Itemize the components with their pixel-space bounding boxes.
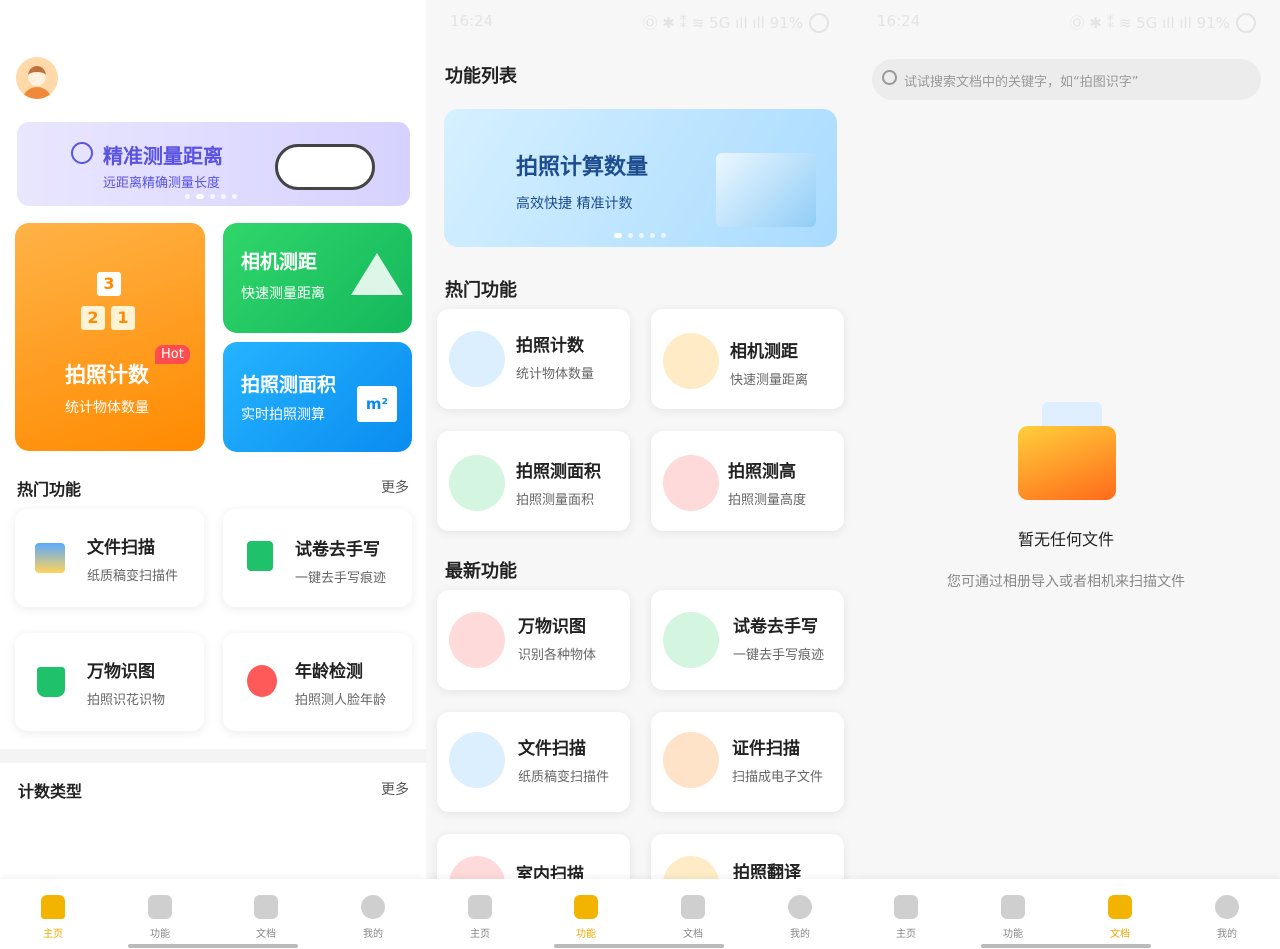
grid-icon [574, 895, 598, 919]
banner-subtitle: 远距离精确测量长度 [103, 176, 221, 191]
search-bar[interactable]: 试试搜索文档中的关键字，如“拍图识字” [872, 59, 1261, 100]
empty-title: 暂无任何文件 [1018, 530, 1115, 549]
tab-docs[interactable]: 文档 [236, 895, 296, 940]
battery-icon [809, 12, 829, 33]
profile-icon [1215, 895, 1239, 919]
tab-docs[interactable]: 文档 [663, 895, 723, 940]
count-number-icon [449, 331, 505, 387]
new-section-title: 最新功能 [445, 561, 517, 582]
banner-subtitle: 高效快捷 精准计数 [516, 196, 633, 212]
area-square-icon [449, 455, 505, 511]
object-search-icon [449, 612, 505, 668]
tab-bar: 主页 功能 文档 我的 [853, 879, 1280, 949]
document-icon [1108, 895, 1132, 919]
tab-home[interactable]: 主页 [876, 895, 936, 940]
profile-icon [788, 895, 812, 919]
profile-icon [361, 895, 385, 919]
card-camera-distance[interactable]: 相机测距 快速测量距离 [223, 223, 412, 333]
status-bar: 16:24 Ⓞ ✱ ⁑ ≋ 5G ıll ıll 91% [426, 8, 853, 34]
banner-measure-distance[interactable]: 精准测量距离 远距离精确测量长度 [17, 122, 410, 206]
search-input[interactable]: 试试搜索文档中的关键字，如“拍图识字” [904, 71, 1138, 90]
battery-icon [1236, 12, 1256, 33]
tab-features[interactable]: 功能 [983, 895, 1043, 940]
home-screen: 精准测量距离 远距离精确测量长度 3 2 1 Hot 拍照计数 统计物体数量 相… [0, 0, 426, 949]
feature-photo-height[interactable]: 拍照测高 拍照测量高度 [651, 431, 844, 531]
card-photo-area[interactable]: 拍照测面积 实时拍照测算 m² [223, 342, 412, 452]
features-screen: 16:24 Ⓞ ✱ ⁑ ≋ 5G ıll ıll 91% 功能列表 拍照计算数量 … [426, 0, 853, 949]
tab-mine[interactable]: 我的 [343, 895, 403, 940]
banner-pagination [185, 194, 237, 199]
feature-doc-scan[interactable]: 文件扫描 纸质稿变扫描件 [437, 712, 630, 812]
count-number-icon: 3 2 1 [71, 268, 147, 338]
feature-photo-count[interactable]: 拍照计数 统计物体数量 [437, 309, 630, 409]
paper-icon [247, 541, 273, 571]
tab-features[interactable]: 功能 [556, 895, 616, 940]
tab-bar: 主页 功能 文档 我的 [0, 879, 426, 949]
page-title: 功能列表 [445, 66, 517, 87]
id-card-icon [663, 732, 719, 788]
home-indicator [128, 944, 298, 948]
tab-home[interactable]: 主页 [23, 895, 83, 940]
avatar[interactable] [16, 57, 58, 99]
feature-camera-distance[interactable]: 相机测距 快速测量距离 [651, 309, 844, 409]
tab-mine[interactable]: 我的 [1197, 895, 1257, 940]
home-icon [468, 895, 492, 919]
ruler-triangle-icon [663, 333, 719, 389]
grid-icon [1001, 895, 1025, 919]
status-bar: 16:24 Ⓞ ✱ ⁑ ≋ 5G ıll ıll 91% [853, 8, 1280, 34]
hot-item-remove-handwriting[interactable]: 试卷去手写 一键去手写痕迹 [223, 509, 412, 607]
empty-folder-icon [1018, 402, 1116, 500]
tape-measure-icon [275, 144, 375, 190]
empty-description: 您可通过相册导入或者相机来扫描文件 [947, 574, 1185, 590]
count-type-more-link[interactable]: 更多 [381, 779, 409, 799]
card-title: 拍照计数 [65, 363, 149, 387]
search-icon [882, 70, 897, 85]
face-profile-icon [247, 665, 277, 697]
section-divider [0, 749, 426, 763]
home-icon [894, 895, 918, 919]
hot-section-title: 热门功能 [17, 480, 82, 499]
tab-home[interactable]: 主页 [450, 895, 510, 940]
banner-photo-count[interactable]: 拍照计算数量 高效快捷 精准计数 [444, 109, 837, 247]
document-scan-icon [449, 732, 505, 788]
house-area-icon: m² [357, 386, 397, 422]
tab-bar: 主页 功能 文档 我的 [426, 879, 853, 949]
document-scan-icon [35, 543, 65, 573]
home-icon [41, 895, 65, 919]
banner-title: 精准测量距离 [103, 144, 223, 168]
feature-photo-area[interactable]: 拍照测面积 拍照测量面积 [437, 431, 630, 531]
card-subtitle: 统计物体数量 [65, 400, 149, 416]
document-icon [681, 895, 705, 919]
hot-more-link[interactable]: 更多 [381, 477, 409, 497]
banner-pagination [614, 233, 666, 238]
hot-section-title: 热门功能 [445, 280, 517, 301]
home-indicator [554, 944, 724, 948]
document-icon [254, 895, 278, 919]
grid-icon [148, 895, 172, 919]
hot-badge: Hot [155, 345, 190, 364]
documents-screen: 16:24 Ⓞ ✱ ⁑ ≋ 5G ıll ıll 91% 试试搜索文档中的关键字，… [853, 0, 1280, 949]
feature-image-recognition[interactable]: 万物识图 识别各种物体 [437, 590, 630, 690]
card-photo-count[interactable]: 3 2 1 Hot 拍照计数 统计物体数量 [15, 223, 205, 451]
hot-item-doc-scan[interactable]: 文件扫描 纸质稿变扫描件 [15, 509, 204, 607]
tab-features[interactable]: 功能 [130, 895, 190, 940]
feature-id-scan[interactable]: 证件扫描 扫描成电子文件 [651, 712, 844, 812]
cubes-illustration [716, 153, 816, 227]
home-indicator [981, 944, 1151, 948]
plant-icon [37, 667, 65, 697]
feature-remove-handwriting[interactable]: 试卷去手写 一键去手写痕迹 [651, 590, 844, 690]
count-type-title: 计数类型 [18, 782, 83, 801]
tab-mine[interactable]: 我的 [770, 895, 830, 940]
banner-title: 拍照计算数量 [516, 155, 649, 180]
height-ruler-icon [663, 455, 719, 511]
tab-docs[interactable]: 文档 [1090, 895, 1150, 940]
ruler-triangle-icon [351, 253, 403, 295]
hot-item-age-detect[interactable]: 年龄检测 拍照测人脸年龄 [223, 633, 412, 731]
hot-item-image-recognition[interactable]: 万物识图 拍照识花识物 [15, 633, 204, 731]
paper-icon [663, 612, 719, 668]
crosshair-icon [71, 142, 93, 164]
